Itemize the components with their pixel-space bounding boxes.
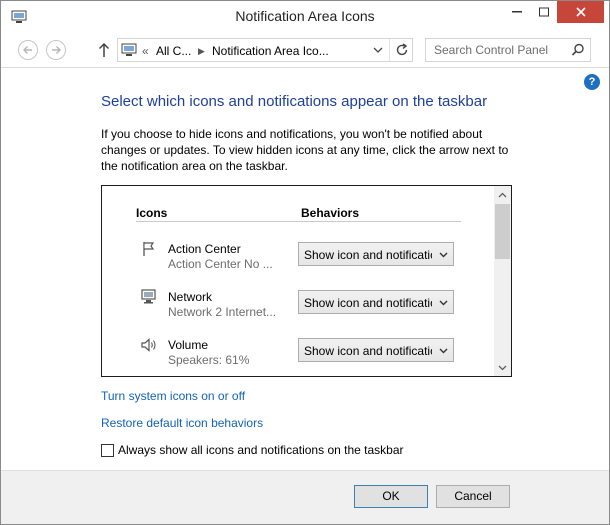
- chevron-down-icon: [439, 252, 448, 258]
- cancel-button[interactable]: Cancel: [436, 485, 510, 508]
- row-name: Volume: [168, 338, 209, 352]
- behavior-select-value: Show icon and notifications: [304, 248, 432, 262]
- chevron-down-icon: [439, 300, 448, 306]
- breadcrumb-current[interactable]: Notification Area Ico...: [212, 44, 329, 58]
- restore-default-behaviors-link[interactable]: Restore default icon behaviors: [101, 416, 263, 430]
- flag-icon: [143, 242, 155, 256]
- address-bar[interactable]: « All C... ▶ Notification Area Ico...: [117, 38, 413, 62]
- arrow-left-icon: [23, 46, 32, 54]
- maximize-icon: [538, 7, 549, 17]
- help-icon[interactable]: ?: [584, 74, 600, 90]
- behavior-select-value: Show icon and notifications: [304, 296, 432, 310]
- address-dropdown-button[interactable]: [368, 39, 388, 61]
- control-panel-icon: [121, 43, 137, 56]
- search-box[interactable]: [425, 38, 591, 62]
- page-title: Select which icons and notifications app…: [101, 93, 488, 110]
- notification-area-icons-window: Notification Area Icons « All C... ▶ Not…: [0, 0, 610, 525]
- close-button[interactable]: [557, 1, 604, 23]
- up-arrow-icon[interactable]: [97, 41, 111, 59]
- chevron-down-icon: [373, 47, 383, 53]
- column-header-behaviors: Behaviors: [301, 206, 360, 220]
- breadcrumb-all-control-panel[interactable]: All C...: [156, 44, 191, 58]
- navigation-bar: « All C... ▶ Notification Area Ico...: [1, 32, 609, 68]
- speaker-icon: [141, 338, 156, 352]
- list-item: Volume Speakers: 61% Show icon and notif…: [102, 332, 492, 376]
- scroll-thumb[interactable]: [495, 204, 510, 259]
- turn-system-icons-link[interactable]: Turn system icons on or off: [101, 389, 245, 403]
- behavior-select[interactable]: Show icon and notifications: [298, 338, 454, 362]
- row-subtitle: Action Center No ...: [168, 257, 273, 271]
- network-icon: [141, 289, 156, 304]
- breadcrumb-overflow[interactable]: «: [142, 44, 149, 58]
- scroll-up-button[interactable]: [494, 186, 511, 203]
- maximize-button[interactable]: [530, 1, 557, 23]
- title-bar: Notification Area Icons: [1, 1, 609, 32]
- minimize-icon: [511, 11, 522, 13]
- row-name: Action Center: [168, 242, 241, 256]
- list-item: Action Center Action Center No ... Show …: [102, 236, 492, 284]
- breadcrumb-separator-icon[interactable]: ▶: [198, 46, 205, 57]
- row-subtitle: Network 2 Internet...: [168, 305, 277, 319]
- list-scrollbar[interactable]: [494, 186, 511, 376]
- dialog-footer: OK Cancel: [1, 470, 609, 524]
- refresh-button[interactable]: [389, 39, 413, 61]
- refresh-icon: [396, 43, 408, 56]
- back-button[interactable]: [18, 40, 38, 60]
- ok-button[interactable]: OK: [354, 485, 428, 508]
- chevron-up-icon: [498, 192, 507, 198]
- search-icon[interactable]: [571, 43, 585, 57]
- behavior-select-value: Show icon and notifications: [304, 344, 432, 358]
- behavior-select[interactable]: Show icon and notifications: [298, 242, 454, 266]
- column-header-icons: Icons: [136, 206, 168, 220]
- row-subtitle: Speakers: 61%: [168, 353, 250, 367]
- page-description: If you choose to hide icons and notifica…: [101, 127, 509, 173]
- always-show-label[interactable]: Always show all icons and notifications …: [118, 443, 404, 457]
- header-divider: [136, 221, 461, 222]
- scroll-down-button[interactable]: [494, 359, 511, 376]
- behavior-select[interactable]: Show icon and notifications: [298, 290, 454, 314]
- arrow-right-icon: [52, 46, 61, 54]
- close-icon: [575, 7, 586, 17]
- icons-list: Icons Behaviors Action Center Action Cen…: [101, 185, 512, 377]
- minimize-button[interactable]: [503, 1, 530, 23]
- always-show-checkbox[interactable]: [101, 444, 114, 457]
- list-item: Network Network 2 Internet... Show icon …: [102, 284, 492, 332]
- forward-button[interactable]: [46, 40, 66, 60]
- search-input[interactable]: [426, 39, 566, 61]
- chevron-down-icon: [498, 365, 507, 371]
- chevron-down-icon: [439, 348, 448, 354]
- row-name: Network: [168, 290, 213, 304]
